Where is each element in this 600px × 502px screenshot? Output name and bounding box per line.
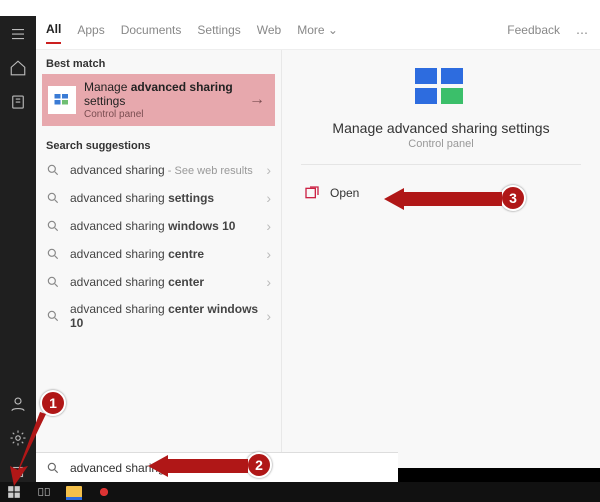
chevron-down-icon: ⌄ <box>328 23 338 37</box>
search-icon <box>46 247 60 261</box>
search-value: advanced sharing <box>70 461 165 475</box>
chevron-right-icon: › <box>266 190 271 206</box>
search-input[interactable]: advanced sharing <box>36 452 398 482</box>
search-tabs: All Apps Documents Settings Web More ⌄ F… <box>36 16 600 50</box>
menu-icon[interactable] <box>8 24 28 44</box>
results-list: Best match Manage advanced sharing setti… <box>36 50 282 468</box>
task-view-icon[interactable] <box>36 484 52 500</box>
chevron-right-icon: › <box>266 162 271 178</box>
control-panel-icon <box>48 86 76 114</box>
tab-more[interactable]: More ⌄ <box>297 23 338 43</box>
chevron-right-icon: › <box>266 274 271 290</box>
suggestion-item[interactable]: advanced sharing windows 10 › <box>36 212 281 240</box>
start-sidebar <box>0 16 36 482</box>
account-icon[interactable] <box>8 394 28 414</box>
tab-settings[interactable]: Settings <box>197 23 240 43</box>
search-icon <box>46 275 60 289</box>
arrow-right-icon[interactable]: → <box>245 88 269 112</box>
detail-subtitle: Control panel <box>408 138 473 150</box>
tab-web[interactable]: Web <box>257 23 281 43</box>
search-icon <box>46 309 60 323</box>
search-icon <box>46 191 60 205</box>
best-match-title: Manage advanced sharing settings <box>84 80 245 109</box>
start-button[interactable] <box>6 484 22 500</box>
suggestion-item[interactable]: advanced sharing - See web results › <box>36 156 281 184</box>
taskbar <box>0 482 600 502</box>
open-icon <box>304 185 320 201</box>
tab-documents[interactable]: Documents <box>121 23 182 43</box>
recent-icon[interactable] <box>8 92 28 112</box>
suggestion-item[interactable]: advanced sharing centre › <box>36 240 281 268</box>
file-explorer-icon[interactable] <box>66 484 82 500</box>
feedback-link[interactable]: Feedback <box>507 23 560 43</box>
power-icon[interactable] <box>8 462 28 482</box>
control-panel-large-icon <box>411 64 471 108</box>
search-icon <box>46 219 60 233</box>
divider <box>301 164 581 165</box>
search-panel: All Apps Documents Settings Web More ⌄ F… <box>36 16 600 468</box>
suggestion-item[interactable]: advanced sharing center windows 10 › <box>36 296 281 336</box>
suggestion-item[interactable]: advanced sharing center › <box>36 268 281 296</box>
app-icon[interactable] <box>96 484 112 500</box>
result-detail: Manage advanced sharing settings Control… <box>282 50 600 468</box>
home-icon[interactable] <box>8 58 28 78</box>
search-icon <box>46 163 60 177</box>
best-match-result[interactable]: Manage advanced sharing settings Control… <box>42 74 275 126</box>
tab-all[interactable]: All <box>46 22 61 44</box>
settings-icon[interactable] <box>8 428 28 448</box>
best-match-label: Best match <box>36 50 281 74</box>
more-options-icon[interactable]: ⋯ <box>576 26 590 40</box>
suggestions-label: Search suggestions <box>36 132 281 156</box>
detail-title: Manage advanced sharing settings <box>332 120 549 136</box>
chevron-right-icon: › <box>266 308 271 324</box>
open-label: Open <box>330 186 359 200</box>
chevron-right-icon: › <box>266 218 271 234</box>
chevron-right-icon: › <box>266 246 271 262</box>
best-match-subtitle: Control panel <box>84 109 245 120</box>
open-button[interactable]: Open <box>282 179 600 207</box>
suggestion-item[interactable]: advanced sharing settings › <box>36 184 281 212</box>
window-titlebar <box>0 0 600 16</box>
tab-apps[interactable]: Apps <box>77 23 104 43</box>
search-icon <box>46 461 60 475</box>
